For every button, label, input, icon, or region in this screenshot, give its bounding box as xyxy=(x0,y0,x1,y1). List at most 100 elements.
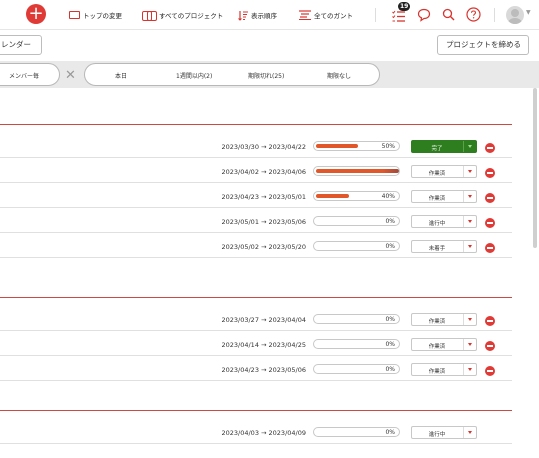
nav-all-gantt-label: 全てのガント xyxy=(314,12,353,20)
remove-icon[interactable] xyxy=(485,366,495,376)
section-divider xyxy=(0,297,512,298)
add-button[interactable]: + xyxy=(26,4,46,24)
chat-icon[interactable] xyxy=(417,8,431,22)
close-icon[interactable]: ✕ xyxy=(65,68,76,83)
status-label: 進行中 xyxy=(428,432,446,438)
nav-top-change-label: トップの変更 xyxy=(83,12,122,20)
task-date-range: 2023/03/30 → 2023/04/22 xyxy=(221,143,306,151)
task-row[interactable]: 2023/04/23 → 2023/05/06 0% 作業済 xyxy=(0,358,512,381)
chevron-down-icon[interactable] xyxy=(463,364,477,375)
progress-percent: 0% xyxy=(385,366,395,373)
status-label: 作業済 xyxy=(428,369,446,375)
tab-no-deadline[interactable]: 期限なし xyxy=(327,71,351,80)
task-row[interactable]: 2023/04/14 → 2023/04/25 0% 作業済 xyxy=(0,333,512,356)
task-row[interactable]: 2023/04/02 → 2023/04/06 作業済 xyxy=(0,160,512,183)
folders-icon xyxy=(142,11,157,21)
member-group-label: メンバー毎 xyxy=(9,73,40,80)
remove-icon[interactable] xyxy=(485,143,495,153)
task-date-range: 2023/04/03 → 2023/04/09 xyxy=(221,429,306,437)
sort-icon xyxy=(238,10,248,21)
status-select[interactable]: 進行中 xyxy=(411,215,477,228)
task-row[interactable]: 2023/03/30 → 2023/04/22 50% 完了 xyxy=(0,135,512,158)
status-label: 作業済 xyxy=(428,319,446,325)
chevron-down-icon[interactable]: ▼ xyxy=(526,9,531,16)
progress-percent: 0% xyxy=(385,341,395,348)
task-row[interactable]: 2023/04/03 → 2023/04/09 0% 進行中 xyxy=(0,421,512,444)
status-select[interactable]: 進行中 xyxy=(411,426,477,439)
progress-percent: 0% xyxy=(385,429,395,436)
task-date-range: 2023/04/02 → 2023/04/06 xyxy=(221,168,306,176)
chevron-down-icon[interactable] xyxy=(463,141,477,152)
help-icon[interactable] xyxy=(466,7,481,22)
remove-icon[interactable] xyxy=(485,243,495,253)
remove-icon[interactable] xyxy=(485,168,495,178)
task-date-range: 2023/05/01 → 2023/05/06 xyxy=(221,218,306,226)
toolbar-divider xyxy=(494,8,495,22)
task-row[interactable]: 2023/05/02 → 2023/05/20 0% 未着手 xyxy=(0,235,512,258)
status-label: 作業済 xyxy=(428,344,446,350)
status-select[interactable]: 未着手 xyxy=(411,240,477,253)
nav-all-projects-label: すべてのプロジェクト xyxy=(159,12,224,20)
task-row[interactable]: 2023/03/27 → 2023/04/04 0% 作業済 xyxy=(0,308,512,331)
nav-top-change[interactable]: トップの変更 xyxy=(69,9,122,21)
chevron-down-icon[interactable] xyxy=(463,191,477,202)
nav-sort-order-label: 表示順序 xyxy=(251,12,277,20)
chevron-down-icon[interactable] xyxy=(463,314,477,325)
progress-bar xyxy=(313,166,400,176)
monitor-icon xyxy=(69,11,80,19)
top-bar: + トップの変更 すべてのプロジェクト 表示順序 全てのガント 19 ▼ xyxy=(0,0,539,30)
task-date-range: 2023/04/14 → 2023/04/25 xyxy=(221,341,306,349)
chevron-down-icon[interactable] xyxy=(463,216,477,227)
chevron-down-icon[interactable] xyxy=(463,339,477,350)
progress-percent: 0% xyxy=(385,218,395,225)
remove-icon[interactable] xyxy=(485,341,495,351)
status-select[interactable]: 作業済 xyxy=(411,313,477,326)
task-date-range: 2023/03/27 → 2023/04/04 xyxy=(221,316,306,324)
task-list-icon[interactable] xyxy=(392,10,406,23)
status-label: 作業済 xyxy=(428,171,446,177)
task-date-range: 2023/04/23 → 2023/05/01 xyxy=(221,193,306,201)
scrollbar[interactable] xyxy=(533,88,537,248)
status-label: 完了 xyxy=(431,146,443,152)
status-label: 進行中 xyxy=(428,221,446,227)
search-icon[interactable] xyxy=(442,8,455,21)
remove-icon[interactable] xyxy=(485,193,495,203)
nav-sort-order[interactable]: 表示順序 xyxy=(238,9,277,21)
member-group-filter[interactable]: メンバー毎 xyxy=(0,63,60,86)
task-date-range: 2023/05/02 → 2023/05/20 xyxy=(221,243,306,251)
section-divider xyxy=(0,410,512,411)
avatar[interactable] xyxy=(506,6,524,24)
status-label: 未着手 xyxy=(428,246,446,252)
chevron-down-icon[interactable] xyxy=(463,241,477,252)
progress-percent: 0% xyxy=(385,316,395,323)
close-project-button[interactable]: プロジェクトを締める xyxy=(437,35,529,55)
progress-percent: 0% xyxy=(385,243,395,250)
tab-overdue[interactable]: 期限切れ(25) xyxy=(248,71,284,80)
nav-all-gantt[interactable]: 全てのガント xyxy=(299,9,353,21)
progress-percent: 50% xyxy=(381,143,395,150)
date-filter-tabs: 本日 1週間以内(2) 期限切れ(25) 期限なし xyxy=(84,63,380,86)
progress-fill xyxy=(316,169,399,173)
status-select[interactable]: 作業済 xyxy=(411,338,477,351)
calendar-button[interactable]: レンダー xyxy=(0,35,42,55)
status-select[interactable]: 作業済 xyxy=(411,363,477,376)
tab-within-week[interactable]: 1週間以内(2) xyxy=(176,71,212,80)
progress-percent: 40% xyxy=(381,193,395,200)
status-select[interactable]: 作業済 xyxy=(411,190,477,203)
toolbar-divider xyxy=(375,8,376,22)
gantt-icon xyxy=(299,10,311,20)
remove-icon[interactable] xyxy=(485,316,495,326)
status-select[interactable]: 完了 xyxy=(411,140,477,153)
status-label: 作業済 xyxy=(428,196,446,202)
status-select[interactable]: 作業済 xyxy=(411,165,477,178)
section-divider xyxy=(0,124,512,125)
task-date-range: 2023/04/23 → 2023/05/06 xyxy=(221,366,306,374)
task-row[interactable]: 2023/05/01 → 2023/05/06 0% 進行中 xyxy=(0,210,512,233)
task-row[interactable]: 2023/04/23 → 2023/05/01 40% 作業済 xyxy=(0,185,512,208)
chevron-down-icon[interactable] xyxy=(463,166,477,177)
remove-icon[interactable] xyxy=(485,218,495,228)
nav-all-projects[interactable]: すべてのプロジェクト xyxy=(142,9,223,21)
tab-today[interactable]: 本日 xyxy=(115,71,127,80)
notification-badge: 19 xyxy=(398,2,411,11)
chevron-down-icon[interactable] xyxy=(463,427,477,438)
